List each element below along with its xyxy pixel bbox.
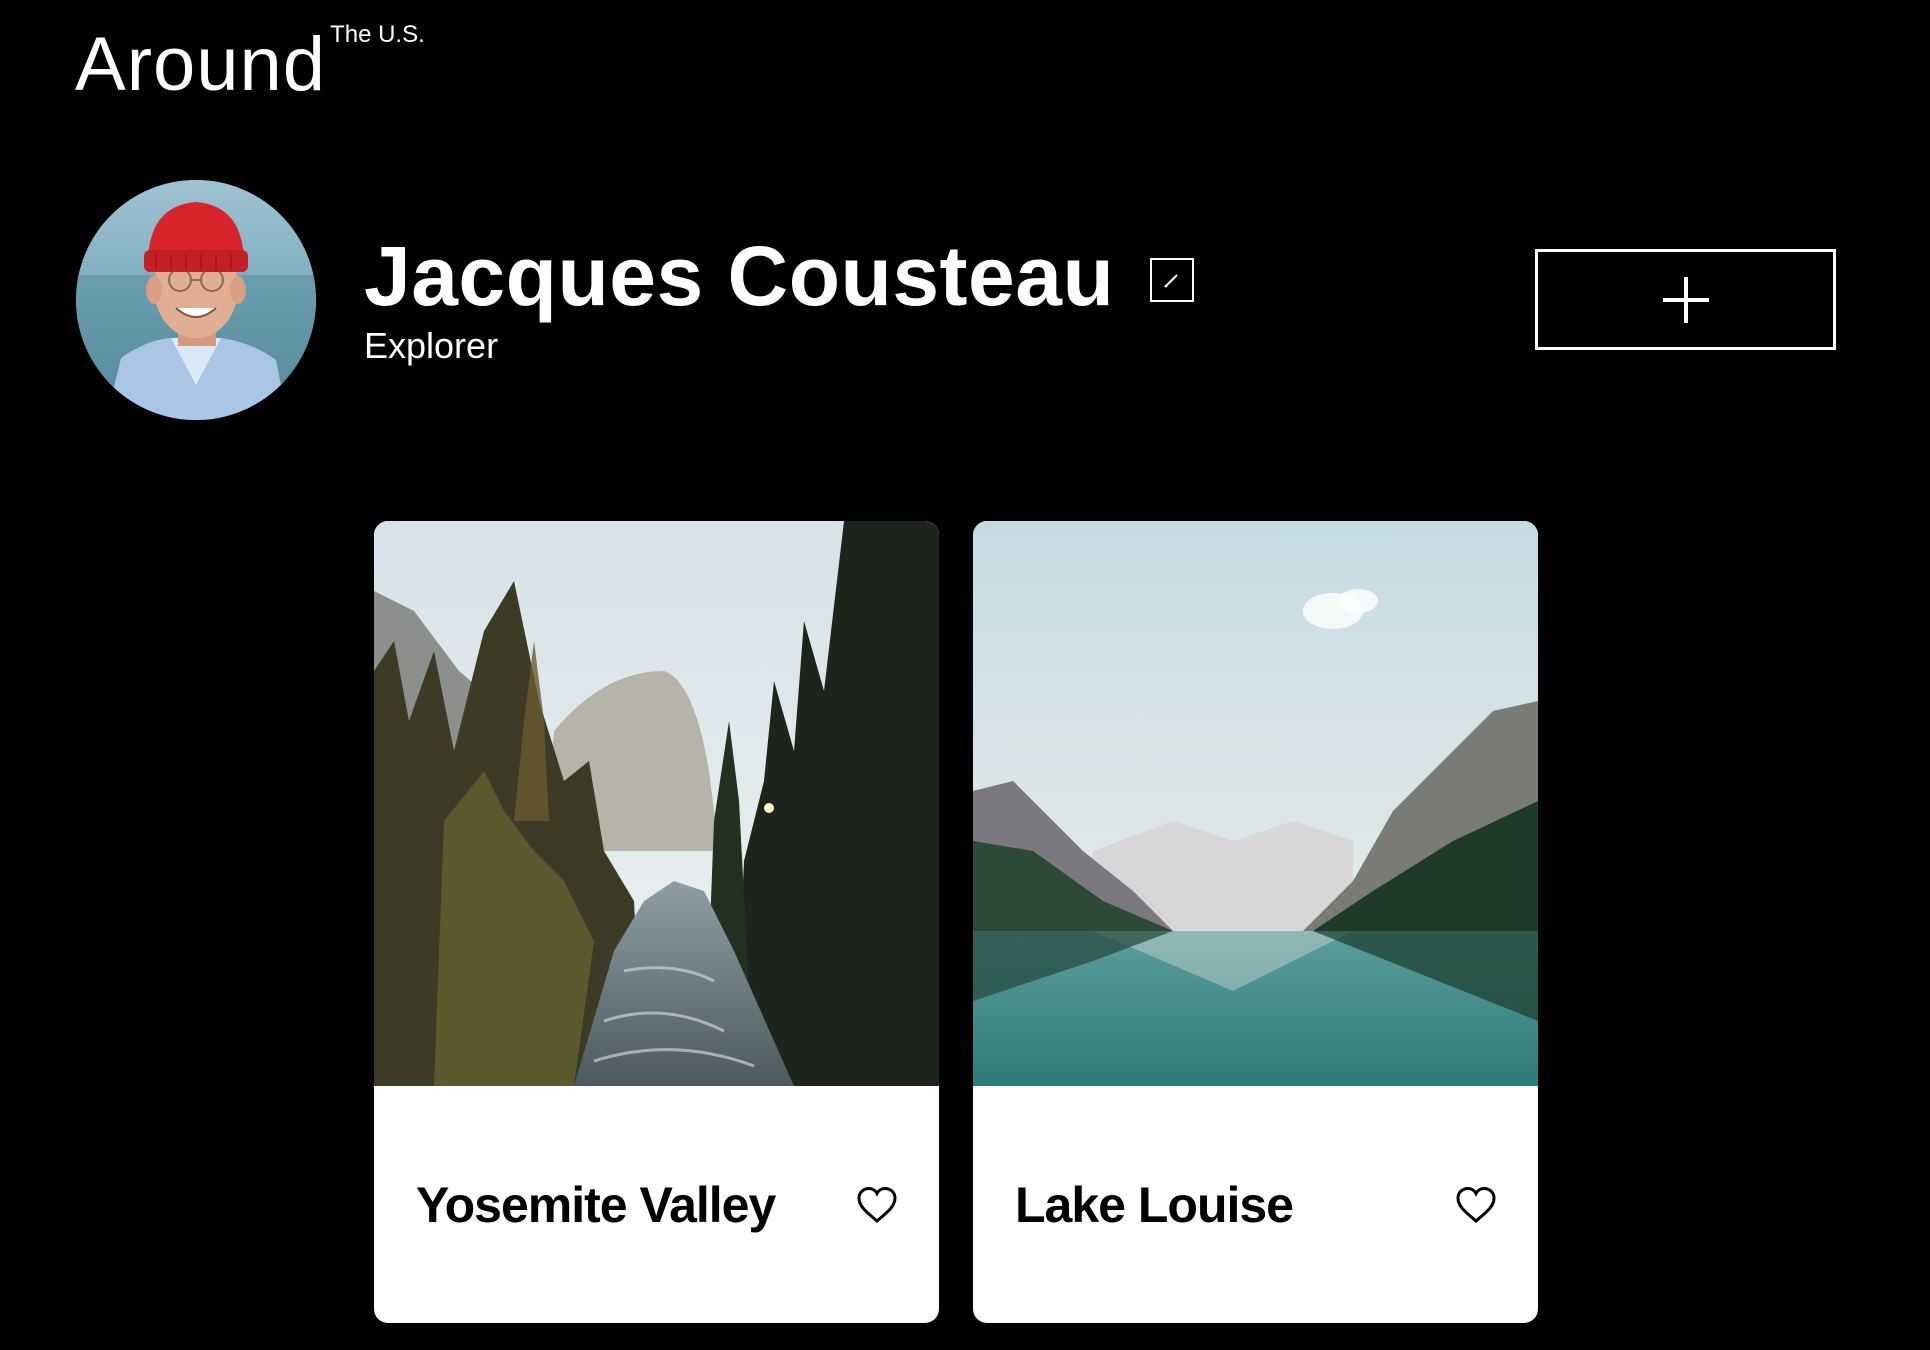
page: Around The U.S. Jacques Cousteau Explore… (0, 0, 1930, 1350)
logo: Around The U.S. (75, 22, 425, 112)
card: Lake Louise (973, 521, 1538, 1323)
logo-main-text: Around (75, 22, 327, 107)
edit-profile-button[interactable] (1150, 258, 1195, 302)
card-title: Lake Louise (1015, 1176, 1294, 1233)
profile-info: Jacques Cousteau Explorer (364, 228, 1195, 366)
like-button[interactable] (1454, 1183, 1498, 1227)
cards-grid: Yosemite Valley Lake Louise (374, 521, 1538, 1323)
card-title: Yosemite Valley (416, 1176, 776, 1233)
card-footer: Lake Louise (973, 1086, 1538, 1323)
card-image-yosemite[interactable] (374, 521, 939, 1086)
profile-role: Explorer (364, 325, 499, 366)
heart-outline-icon (1456, 1186, 1496, 1223)
heart-outline-icon (857, 1186, 897, 1223)
card-footer: Yosemite Valley (374, 1086, 939, 1323)
card: Yosemite Valley (374, 521, 939, 1323)
card-image-lake-louise[interactable] (973, 521, 1538, 1086)
profile-name: Jacques Cousteau (364, 229, 1115, 323)
plus-icon (1662, 276, 1709, 323)
profile-name-row: Jacques Cousteau (364, 228, 1195, 324)
avatar-photo (76, 180, 316, 420)
pencil-icon (1164, 274, 1178, 288)
like-button[interactable] (855, 1183, 899, 1227)
avatar[interactable] (76, 180, 316, 420)
logo-superscript: The U.S. (330, 21, 425, 48)
add-place-button[interactable] (1535, 249, 1836, 350)
